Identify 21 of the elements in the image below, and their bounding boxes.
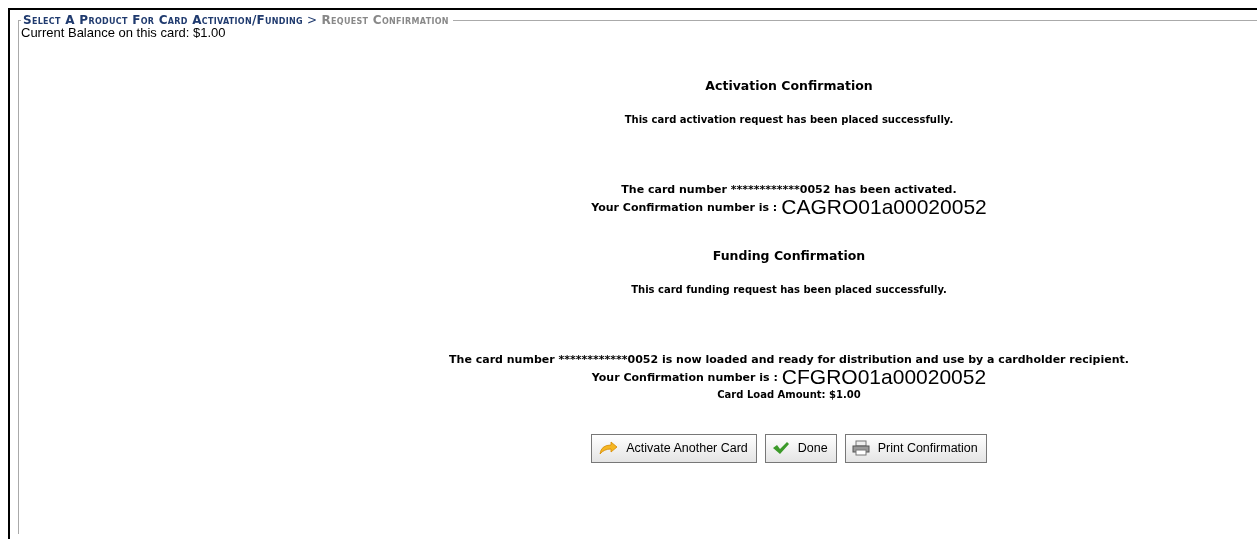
- balance-text: Current Balance on this card: $1.00: [21, 26, 226, 40]
- section-title: Activation Confirmation: [704, 77, 874, 95]
- action-button[interactable]: Print Confirmation: [844, 433, 987, 463]
- section-title: Funding Confirmation: [711, 246, 867, 265]
- load-amount-text: Card Load Amount: $1.00: [716, 387, 862, 402]
- status-message: This card funding request has been placed successfully.: [630, 282, 948, 297]
- checkmark-icon: [771, 441, 790, 455]
- breadcrumb-link[interactable]: Select A Product For Card Activation/Funding: [23, 13, 303, 27]
- card-number-text: The card number ************0052 is now loaded and ready for distribution and use by a cardholder recipient.: [448, 352, 1130, 367]
- curved-arrow-icon: [598, 440, 619, 456]
- breadcrumb-current: Request Confirmation: [321, 13, 449, 27]
- action-button[interactable]: Activate Another Card: [591, 433, 757, 463]
- action-button[interactable]: Done: [764, 433, 837, 463]
- printer-icon: [851, 440, 870, 456]
- confirmation-number: CAGRO01a00020052: [781, 196, 987, 217]
- card-number-text: The card number ************0052 has been activated.: [620, 182, 958, 197]
- confirmation-number: CFGRO01a00020052: [781, 366, 987, 387]
- status-message: This card activation request has been placed successfully.: [623, 112, 955, 127]
- breadcrumb-separator: >: [306, 13, 319, 27]
- confirmation-label: Your Confirmation number is :: [591, 200, 778, 217]
- confirmation-label: Your Confirmation number is :: [591, 370, 778, 386]
